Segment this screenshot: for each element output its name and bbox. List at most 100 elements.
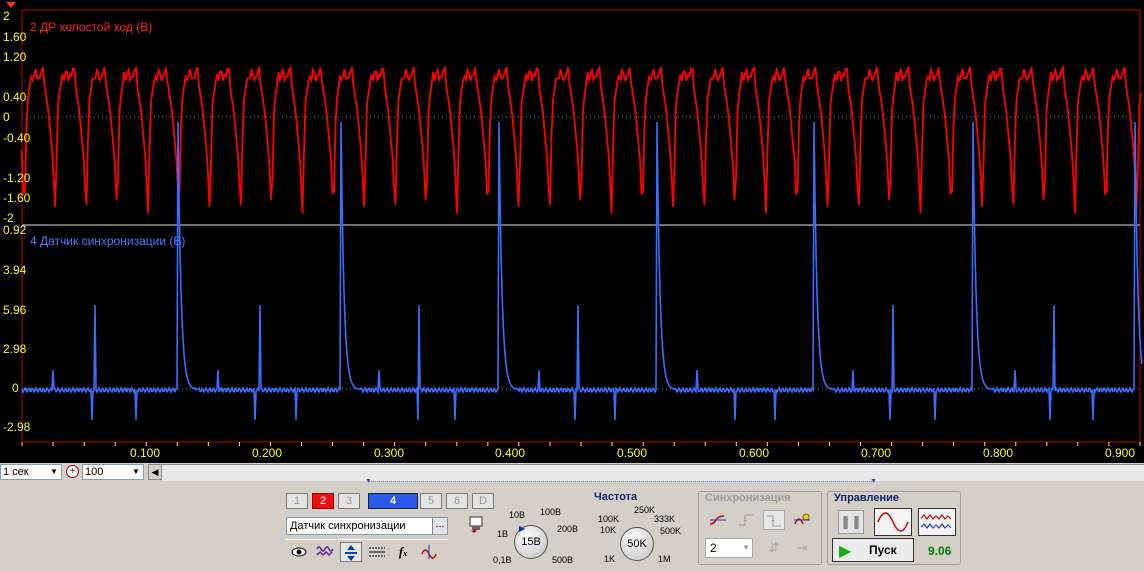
- visibility-eye-icon[interactable]: [288, 542, 310, 562]
- sync-rising-icon[interactable]: [735, 510, 757, 530]
- time-readout: 9.06: [928, 544, 952, 558]
- math-function-icon[interactable]: fx: [392, 542, 414, 562]
- time-scale-value: 1 сек: [3, 466, 29, 478]
- frequency-title: Частота: [594, 491, 638, 503]
- ch2-ytick: 0.40: [3, 90, 27, 104]
- frequency-knob-dial[interactable]: 50K: [620, 527, 654, 561]
- ch2-ytick: 2: [3, 9, 10, 23]
- x-tick: 0.100: [130, 446, 161, 460]
- sync-level-icon[interactable]: ⇵: [763, 538, 785, 558]
- ch4-ytick: 3.94: [3, 263, 27, 277]
- ch2-ytick: -1.20: [3, 171, 31, 185]
- x-tick: 0.700: [861, 446, 892, 460]
- channel-toolbar: fx: [286, 539, 448, 562]
- chevron-down-icon: ▼: [129, 465, 143, 479]
- knob-label: 1M: [658, 554, 671, 564]
- noise-wave-icon: [920, 514, 952, 529]
- channel-1-button[interactable]: 1: [286, 493, 308, 509]
- trigger-marker-icon: [6, 2, 16, 8]
- knob-label: 1В: [497, 529, 509, 539]
- channel-4-button[interactable]: 4: [368, 493, 418, 509]
- channel-name-browse-button[interactable]: ...: [432, 518, 447, 534]
- channel-name-value: Датчик синхронизации: [290, 520, 406, 532]
- channel-2-button[interactable]: 2: [312, 493, 334, 509]
- knob-label: 0,1В: [493, 555, 512, 565]
- knob-label: 10K: [600, 525, 617, 535]
- ch2-ytick: -0.40: [3, 131, 31, 145]
- x-tick: 0.900: [1105, 446, 1136, 460]
- x-tick: 0.500: [617, 446, 648, 460]
- chevron-down-icon: ▼: [47, 465, 61, 479]
- chevron-down-icon: ▼: [742, 543, 750, 552]
- ch4-ytick: 0.92: [3, 223, 27, 237]
- knob-label: 10В: [509, 510, 526, 520]
- control-panel: ▼ ▼ 1 2 3 4 5 6 D Датчик синхронизации .…: [0, 478, 1144, 571]
- channel-settings-icon[interactable]: [466, 515, 488, 535]
- cursor-measure-icon[interactable]: [418, 542, 440, 562]
- sync-rising-edge-icon[interactable]: [707, 510, 729, 530]
- knob-label: 200В: [557, 524, 579, 534]
- play-icon: ▶: [839, 543, 852, 560]
- ch2-ytick: 1.60: [3, 30, 27, 44]
- knob-label: 100В: [540, 507, 562, 517]
- channel-5-button[interactable]: 5: [420, 493, 442, 509]
- grid-lines-icon[interactable]: [366, 542, 388, 562]
- channel4-title: 4 Датчик синхронизации (В): [30, 234, 186, 248]
- vertical-scale-icon[interactable]: [340, 542, 362, 562]
- filter-icon[interactable]: [314, 542, 336, 562]
- channel-name-field[interactable]: Датчик синхронизации ...: [286, 517, 448, 535]
- x-tick: 0.300: [374, 446, 405, 460]
- knob-label: 333K: [654, 514, 676, 524]
- ch4-ytick: 2.98: [3, 342, 27, 356]
- zoom-plus-icon[interactable]: +: [66, 465, 79, 478]
- time-scale-select[interactable]: 1 сек ▼: [0, 464, 62, 480]
- channel-group: 1 2 3 4 5 6 D Датчик синхронизации ... f…: [282, 491, 494, 565]
- ch2-ytick: 0: [3, 110, 10, 124]
- knob-label: 1K: [604, 554, 616, 564]
- sync-title: Синхронизация: [705, 492, 791, 504]
- sync-group: Синхронизация 2 ▼ ⇵ ⇥: [698, 491, 822, 565]
- channel2-title: 2 ДР холостой ход (В): [30, 20, 153, 34]
- zoom-value: 100: [85, 466, 104, 478]
- continuous-sweep-button[interactable]: [918, 508, 956, 536]
- knob-label: 250K: [634, 505, 656, 515]
- ch4-ytick: 5.96: [3, 303, 27, 317]
- ch4-ytick: -2.98: [3, 420, 31, 434]
- frequency-group: Частота 250K 100K 333K 10K 500K 1K 1M 50…: [588, 491, 692, 565]
- zoom-bar: 1 сек ▼ + 100 ▼ ◀: [0, 463, 1144, 481]
- channel-selector: 1 2 3 4 5 6 D: [286, 493, 494, 509]
- control-group: Управление ❚❚ ▶ Пуск 9.06: [827, 491, 961, 565]
- pause-button[interactable]: ❚❚: [838, 510, 864, 534]
- knob-label: 500K: [660, 526, 682, 536]
- ch2-ytick: 1.20: [3, 50, 27, 64]
- sine-wave-icon: [877, 512, 909, 532]
- x-tick: 0.800: [983, 446, 1014, 460]
- voltage-range-knob[interactable]: 10В 100В 1В 200В 0,1В 500В 15В ▶: [493, 495, 581, 565]
- channel-3-button[interactable]: 3: [338, 493, 360, 509]
- oscilloscope-display[interactable]: 2 1.60 1.20 0.40 0 -0.40 -1.20 -1.60 -2 …: [0, 0, 1144, 463]
- sync-channel-value: 2: [710, 541, 717, 555]
- start-label: Пуск: [869, 543, 897, 557]
- ch4-ytick: 0: [12, 381, 19, 395]
- channel-6-button[interactable]: 6: [446, 493, 468, 509]
- scroll-left-button[interactable]: ◀: [148, 464, 162, 480]
- sync-channel-select[interactable]: 2 ▼: [705, 538, 753, 558]
- horizontal-scrollbar[interactable]: [162, 464, 1144, 481]
- panel-splitter[interactable]: ▼ ▼: [365, 478, 877, 488]
- knob-label: 100K: [598, 514, 620, 524]
- control-title: Управление: [834, 492, 900, 504]
- sync-position-icon[interactable]: ⇥: [791, 538, 813, 558]
- start-button[interactable]: ▶ Пуск: [832, 538, 914, 562]
- sync-auto-icon[interactable]: [791, 510, 813, 530]
- ch2-ytick: -1.60: [3, 191, 31, 205]
- x-tick: 0.400: [495, 446, 526, 460]
- x-tick: 0.600: [739, 446, 770, 460]
- x-tick: 0.200: [252, 446, 283, 460]
- knob-pointer-icon: ▶: [519, 524, 526, 533]
- single-sweep-button[interactable]: [874, 508, 912, 536]
- sync-falling-icon[interactable]: [763, 510, 785, 530]
- zoom-select[interactable]: 100 ▼: [82, 464, 144, 480]
- channel-d-button[interactable]: D: [472, 493, 494, 509]
- waveform-canvas[interactable]: [0, 0, 1144, 463]
- knob-label: 500В: [552, 555, 574, 565]
